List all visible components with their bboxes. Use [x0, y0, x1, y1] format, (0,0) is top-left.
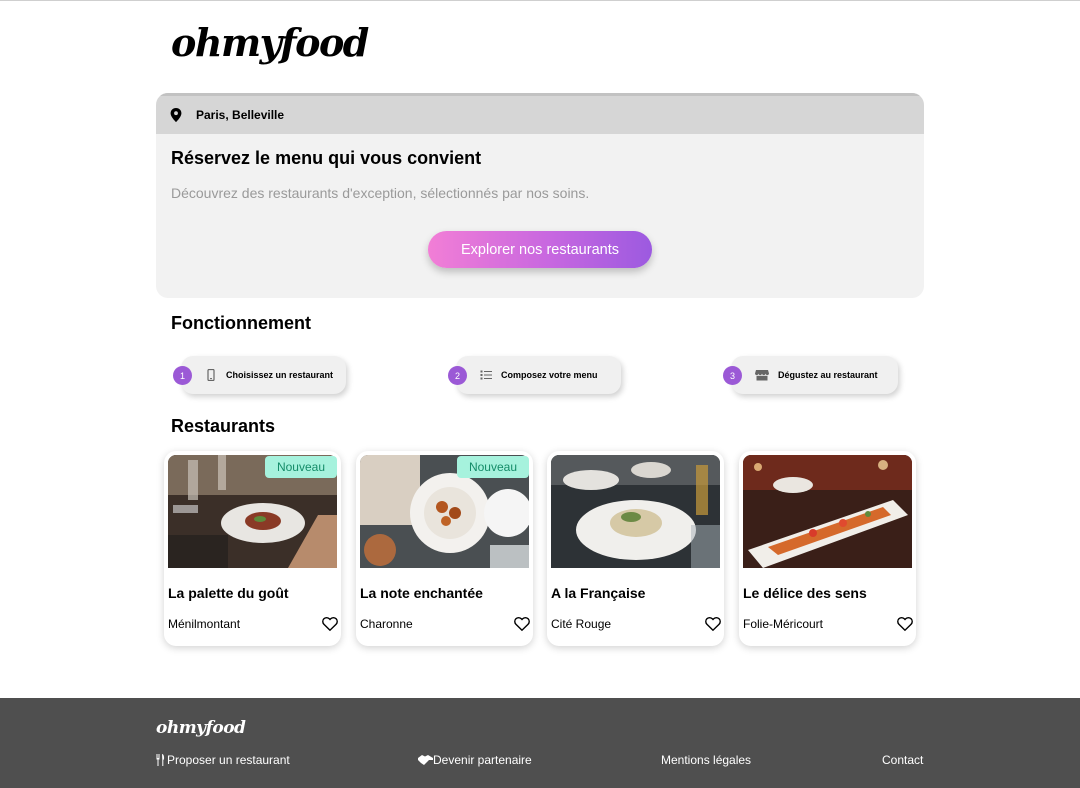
- restaurant-card[interactable]: Le délice des sens Folie-Méricourt: [739, 451, 916, 646]
- heart-icon[interactable]: [322, 616, 338, 632]
- step-pill: Composez votre menu: [456, 356, 621, 394]
- heart-icon[interactable]: [897, 616, 913, 632]
- hero-title: Réservez le menu qui vous convient: [171, 148, 482, 168]
- step-number: 3: [723, 366, 742, 385]
- heart-icon[interactable]: [705, 616, 721, 632]
- utensils-icon: [156, 754, 165, 766]
- footer-link-label: Contact: [882, 753, 924, 767]
- footer-logo[interactable]: ohmyfood: [156, 718, 246, 738]
- restaurant-card[interactable]: Nouveau La note enchantée Charonne: [356, 451, 533, 646]
- location-label: Paris, Belleville: [196, 108, 285, 122]
- footer-link-become-partner[interactable]: Devenir partenaire: [418, 753, 532, 767]
- restaurant-location: Charonne: [360, 617, 413, 631]
- steps-title: Fonctionnement: [171, 313, 311, 333]
- new-badge: Nouveau: [456, 456, 529, 478]
- step-label: Dégustez au restaurant: [778, 370, 878, 380]
- store-icon: [755, 370, 769, 381]
- restaurant-photo: [743, 455, 912, 568]
- footer-link-label: Proposer un restaurant: [167, 753, 290, 767]
- site-logo[interactable]: ohmyfood: [171, 20, 369, 65]
- restaurant-name: Le délice des sens: [743, 585, 867, 601]
- restaurant-location: Folie-Méricourt: [743, 617, 824, 631]
- map-pin-icon: [170, 108, 182, 122]
- mobile-icon: [207, 369, 215, 381]
- location-bar[interactable]: Paris, Belleville: [156, 93, 924, 134]
- restaurant-name: A la Française: [551, 585, 646, 601]
- step-pill: Choisissez un restaurant: [181, 356, 346, 394]
- restaurant-card[interactable]: Nouveau La palette du goût Ménilmontant: [164, 451, 341, 646]
- handshake-icon: [418, 755, 433, 765]
- restaurant-card[interactable]: A la Française Cité Rouge: [547, 451, 724, 646]
- footer-link-propose-restaurant[interactable]: Proposer un restaurant: [156, 753, 290, 767]
- new-badge: Nouveau: [264, 456, 337, 478]
- footer-link-label: Devenir partenaire: [433, 753, 532, 767]
- footer: ohmyfood Proposer un restaurant Devenir …: [0, 698, 1080, 788]
- footer-link-legal-notice[interactable]: Mentions légales: [661, 753, 751, 767]
- heart-icon[interactable]: [514, 616, 530, 632]
- restaurant-location: Ménilmontant: [168, 617, 241, 631]
- list-icon: [480, 370, 492, 380]
- explore-restaurants-button[interactable]: Explorer nos restaurants: [428, 231, 652, 268]
- step-label: Composez votre menu: [501, 370, 598, 380]
- hero-subtitle: Découvrez des restaurants d'exception, s…: [171, 185, 590, 201]
- restaurant-location: Cité Rouge: [551, 617, 612, 631]
- footer-link-contact[interactable]: Contact: [882, 753, 923, 767]
- restaurant-photo: [551, 455, 720, 568]
- step-number: 2: [448, 366, 467, 385]
- step-pill: Dégustez au restaurant: [731, 356, 898, 394]
- restaurant-name: La note enchantée: [360, 585, 483, 601]
- step-label: Choisissez un restaurant: [226, 370, 334, 380]
- restaurant-name: La palette du goût: [168, 585, 289, 601]
- step-number: 1: [173, 366, 192, 385]
- restaurants-title: Restaurants: [171, 416, 276, 436]
- top-border: [0, 0, 1080, 1]
- hero-card: Paris, Belleville Réservez le menu qui v…: [156, 93, 924, 298]
- footer-link-label: Mentions légales: [661, 753, 752, 767]
